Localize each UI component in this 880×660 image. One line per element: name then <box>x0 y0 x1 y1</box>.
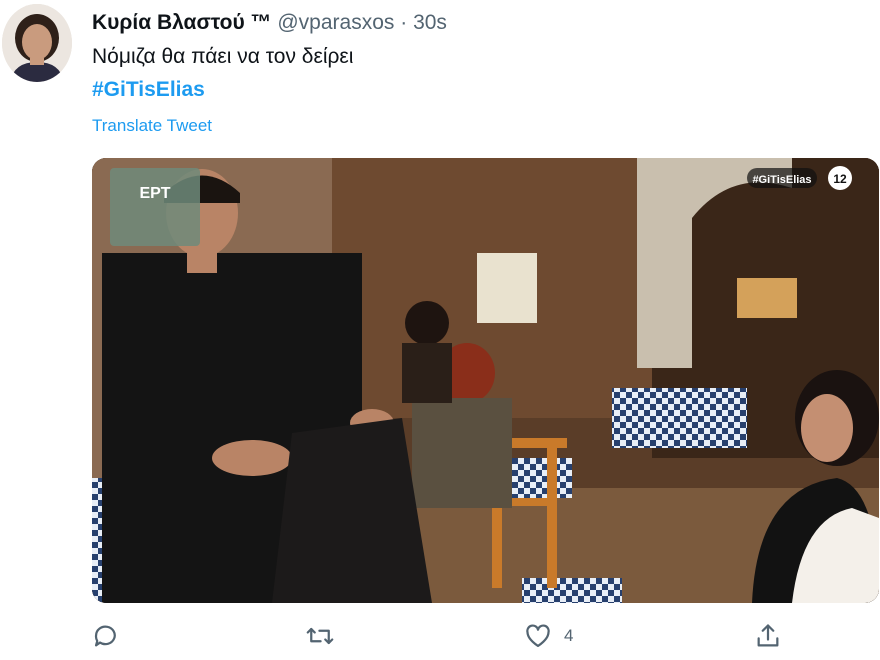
author-avatar[interactable] <box>2 4 72 82</box>
user-handle[interactable]: @vparasxos <box>277 11 394 34</box>
translate-tweet-link[interactable]: Translate Tweet <box>92 115 212 137</box>
tweet-media-image[interactable]: ΕΡΤ #GiTisElias 12 <box>92 158 879 603</box>
tweet-action-bar: 4 <box>92 622 792 656</box>
share-button[interactable] <box>754 622 782 650</box>
heart-icon <box>526 624 550 648</box>
broadcast-hashtag-overlay: #GiTisElias <box>752 174 811 186</box>
broadcast-badge-left: ΕΡΤ <box>139 185 170 202</box>
retweet-button[interactable] <box>306 622 334 650</box>
retweet-icon <box>306 627 334 645</box>
tweet-text: Νόμιζα θα πάει να τον δείρει <box>92 45 354 68</box>
reply-button[interactable] <box>92 622 120 650</box>
display-name[interactable]: Κυρία Βλαστού ™ <box>92 11 272 34</box>
tweet-card: Κυρία Βλαστού ™ @vparasxos · 30s Νόμιζα … <box>0 0 880 660</box>
share-icon <box>757 624 779 647</box>
like-count: 4 <box>564 626 574 645</box>
tv-screenshot-scene: ΕΡΤ #GiTisElias 12 <box>92 158 879 603</box>
hashtag-link[interactable]: #GiTisElias <box>92 77 205 103</box>
reply-icon <box>94 625 116 647</box>
tweet-header: Κυρία Βλαστού ™ @vparasxos · 30s <box>92 10 447 36</box>
avatar-image <box>2 4 72 82</box>
like-button[interactable]: 4 <box>524 622 573 650</box>
separator-dot: · <box>400 11 408 34</box>
channel-logo: 12 <box>833 172 847 186</box>
tweet-timestamp[interactable]: 30s <box>413 11 447 34</box>
